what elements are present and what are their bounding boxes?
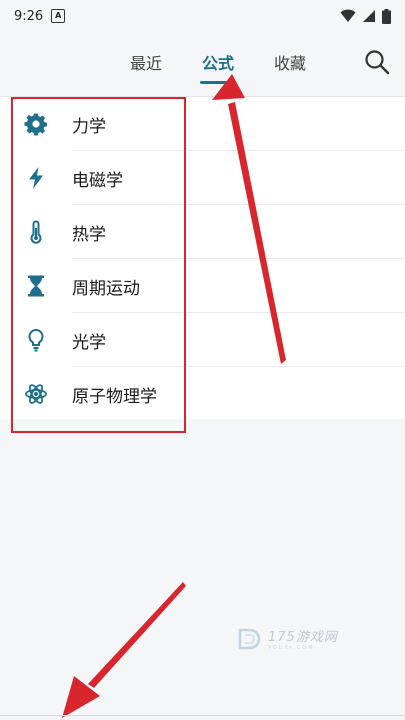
watermark-logo-icon [238, 628, 261, 649]
bottom-divider [0, 715, 405, 716]
category-label: 电磁学 [72, 170, 123, 191]
watermark-text: 175游戏网 [268, 630, 338, 645]
category-periodic-motion[interactable]: 周期运动 [14, 259, 405, 313]
hourglass-icon [24, 274, 48, 298]
lightning-icon [24, 166, 48, 190]
atom-icon [24, 382, 48, 406]
category-label: 热学 [72, 224, 106, 245]
signal-icon [363, 10, 375, 22]
category-optics[interactable]: 光学 [14, 313, 405, 367]
status-time: 9:26 [14, 8, 44, 24]
gear-icon [24, 112, 48, 136]
annotation-arrow-down [62, 582, 186, 718]
category-list: 力学 电磁学 热学 周期运动 光学 原子物理学 [14, 97, 405, 421]
category-label: 原子物理学 [72, 386, 157, 407]
category-label: 光学 [72, 332, 106, 353]
category-label: 周期运动 [72, 278, 140, 299]
top-tab-bar: 最近 公式 收藏 [0, 32, 405, 97]
status-bar: 9:26 A [0, 0, 405, 32]
tab-list: 最近 公式 收藏 [110, 50, 326, 84]
category-electromagnetism[interactable]: 电磁学 [14, 151, 405, 205]
battery-icon [382, 8, 391, 24]
status-left: 9:26 A [14, 8, 66, 24]
thermometer-icon [24, 220, 48, 244]
watermark-subtext: YOUXI.COM [268, 645, 315, 651]
category-atomic-physics[interactable]: 原子物理学 [14, 367, 405, 421]
tab-favorites[interactable]: 收藏 [254, 50, 326, 82]
tab-recent[interactable]: 最近 [110, 50, 182, 82]
tab-formulas[interactable]: 公式 [182, 50, 254, 84]
category-mechanics[interactable]: 力学 [14, 97, 405, 151]
wifi-icon [340, 9, 356, 22]
watermark-text-group: 175游戏网 YOUXI.COM [268, 626, 338, 651]
category-thermodynamics[interactable]: 热学 [14, 205, 405, 259]
category-list-card: 力学 电磁学 热学 周期运动 光学 原子物理学 [0, 97, 405, 419]
category-label: 力学 [72, 116, 106, 137]
watermark: 175游戏网 YOUXI.COM [236, 626, 338, 651]
notification-a-icon: A [51, 9, 66, 23]
status-right [340, 8, 391, 24]
lightbulb-icon [24, 328, 48, 352]
search-button[interactable] [363, 48, 391, 76]
search-icon [365, 50, 390, 75]
